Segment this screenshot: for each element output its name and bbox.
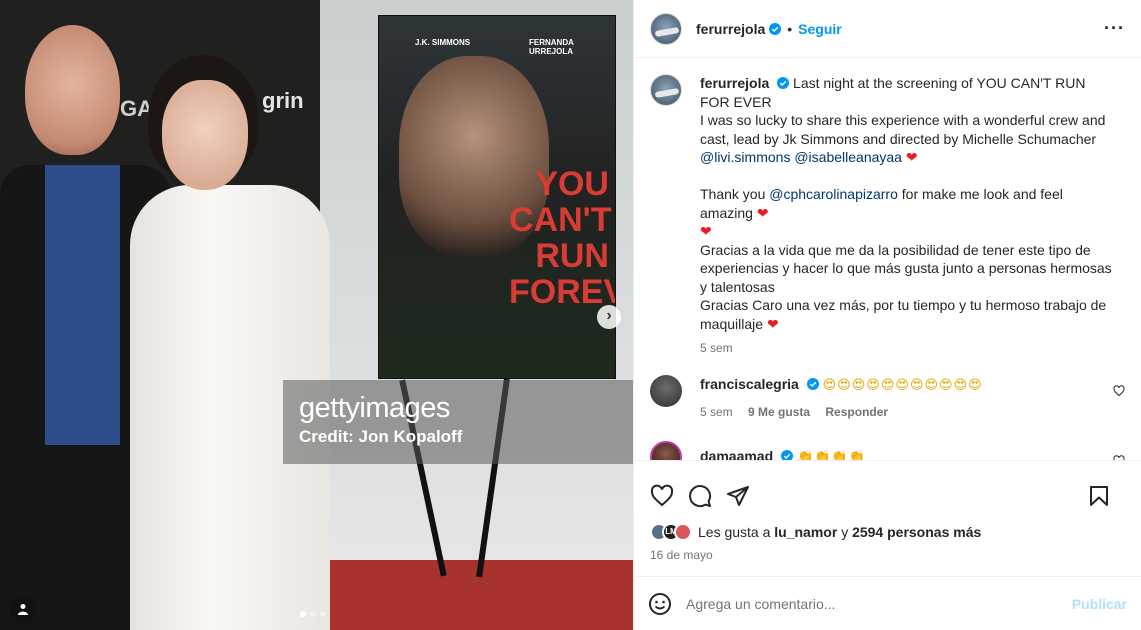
- verified-badge-icon: [806, 378, 819, 390]
- comment-input[interactable]: [686, 595, 1072, 612]
- comment-meta: 5 sem 9 Me gusta Responder: [700, 403, 1113, 421]
- commenter-avatar[interactable]: [650, 375, 682, 407]
- caption-line-4: Gracias a la vida que me da la posibilid…: [700, 241, 1112, 295]
- red-heart-emoji: ❤: [756, 204, 769, 221]
- mention-link[interactable]: @cphcarolinapizarro: [769, 186, 898, 202]
- like-button[interactable]: [650, 484, 674, 508]
- watermark-credit: Credit: Jon Kopaloff: [299, 427, 463, 446]
- watermark-logo: gettyimages: [299, 392, 450, 424]
- more-options-icon[interactable]: ···: [1104, 18, 1125, 39]
- likes-count[interactable]: 2594 personas más: [852, 524, 981, 540]
- verified-badge-icon: [777, 77, 790, 89]
- commenter-username[interactable]: damaamad: [700, 448, 773, 460]
- user-tag-icon: [18, 604, 28, 615]
- post-date[interactable]: 16 de mayo: [634, 548, 1141, 576]
- person-right: [120, 55, 330, 630]
- caption: ferurrejola Last night at the screening …: [650, 74, 1125, 355]
- comment-icon: [689, 484, 712, 507]
- heart-outline-icon[interactable]: [1113, 385, 1125, 397]
- poster-actor-2: FERNANDA URREJOLA: [529, 38, 574, 56]
- heart-outline-icon[interactable]: [1113, 455, 1125, 460]
- liker-avatar: [674, 523, 692, 541]
- mention-link[interactable]: @isabelleanayaa: [794, 149, 902, 165]
- poster-title: YOU CAN'T RUN FOREVER: [509, 165, 615, 311]
- caption-line-5: Gracias Caro una vez más, por tu tiempo …: [700, 297, 1107, 332]
- verified-badge-icon: [781, 450, 794, 460]
- add-comment-bar: Publicar: [634, 576, 1141, 630]
- poster-actor-1: J.K. SIMMONS: [415, 38, 471, 47]
- liker-username[interactable]: lu_namor: [774, 524, 837, 540]
- share-button[interactable]: [726, 484, 750, 508]
- likers-avatars: LM: [650, 523, 692, 541]
- red-heart-emoji: ❤: [700, 223, 712, 239]
- heart-icon: [650, 484, 674, 506]
- carousel-dot: [320, 611, 326, 617]
- post-dialog: GA grin J.K. SIMMONS FERNANDA URREJOLA Y…: [0, 0, 1141, 630]
- author-avatar[interactable]: [650, 12, 682, 45]
- caption-line-3-pre: Thank you: [700, 186, 766, 202]
- follow-button[interactable]: Seguir: [798, 21, 842, 37]
- movie-poster: J.K. SIMMONS FERNANDA URREJOLA YOU CAN'T…: [378, 15, 616, 379]
- bookmark-icon: [1090, 485, 1108, 506]
- post-media: GA grin J.K. SIMMONS FERNANDA URREJOLA Y…: [0, 0, 633, 630]
- tagged-users-button[interactable]: [10, 596, 36, 622]
- caption-line-2: I was so lucky to share this experience …: [700, 112, 1106, 147]
- red-carpet: [280, 560, 633, 630]
- comment-timestamp[interactable]: 5 sem: [700, 405, 733, 419]
- commenter-avatar[interactable]: [650, 441, 682, 460]
- caption-avatar[interactable]: [650, 74, 682, 106]
- red-heart-emoji: ❤: [766, 315, 779, 332]
- publish-button[interactable]: Publicar: [1072, 596, 1127, 612]
- share-icon: [727, 485, 749, 506]
- red-heart-emoji: ❤: [905, 149, 918, 165]
- comment-item: damaamad 👏👏👏👏: [650, 441, 1125, 460]
- caption-username[interactable]: ferurrejola: [700, 75, 769, 91]
- post-side-panel: ferurrejola • Seguir ··· ferurrejola Las…: [633, 0, 1141, 630]
- getty-watermark: gettyimages Credit: Jon Kopaloff: [283, 380, 633, 464]
- carousel-dot: [300, 611, 306, 617]
- likes-conjunction: y: [841, 524, 849, 540]
- comment-button[interactable]: [688, 484, 712, 508]
- post-header: ferurrejola • Seguir ···: [634, 0, 1141, 58]
- comment-item: franciscalegria 😍😍😍😍😍😍😍😍😍😍😍 5 sem 9 Me g…: [650, 375, 1125, 421]
- likes-summary: LM Les gusta a lu_namor y 2594 personas …: [634, 520, 1141, 544]
- author-username[interactable]: ferurrejola: [696, 21, 765, 37]
- caption-meta: 5 sem: [700, 341, 1118, 355]
- caption-timestamp[interactable]: 5 sem: [700, 341, 733, 355]
- header-separator: •: [787, 20, 793, 37]
- save-button[interactable]: [1087, 484, 1111, 508]
- comments-section[interactable]: ferurrejola Last night at the screening …: [634, 58, 1141, 460]
- verified-badge-icon: [769, 22, 782, 35]
- carousel-dot: [310, 611, 316, 617]
- likes-text[interactable]: Les gusta a lu_namor y 2594 personas más: [698, 524, 981, 540]
- chevron-right-icon: ›: [606, 307, 612, 324]
- mention-link[interactable]: @livi.simmons: [700, 149, 790, 165]
- comment-text: 😍😍😍😍😍😍😍😍😍😍😍: [822, 378, 983, 393]
- carousel-indicator: [300, 611, 326, 617]
- emoji-icon[interactable]: [648, 592, 672, 616]
- next-image-button[interactable]: ›: [597, 305, 621, 329]
- commenter-username[interactable]: franciscalegria: [700, 376, 799, 392]
- reply-button[interactable]: Responder: [825, 405, 888, 419]
- likes-prefix: Les gusta a: [698, 524, 771, 540]
- caption-text: ferurrejola Last night at the screening …: [700, 74, 1118, 333]
- comment-likes[interactable]: 9 Me gusta: [748, 405, 810, 419]
- comment-text: 👏👏👏👏: [796, 450, 866, 460]
